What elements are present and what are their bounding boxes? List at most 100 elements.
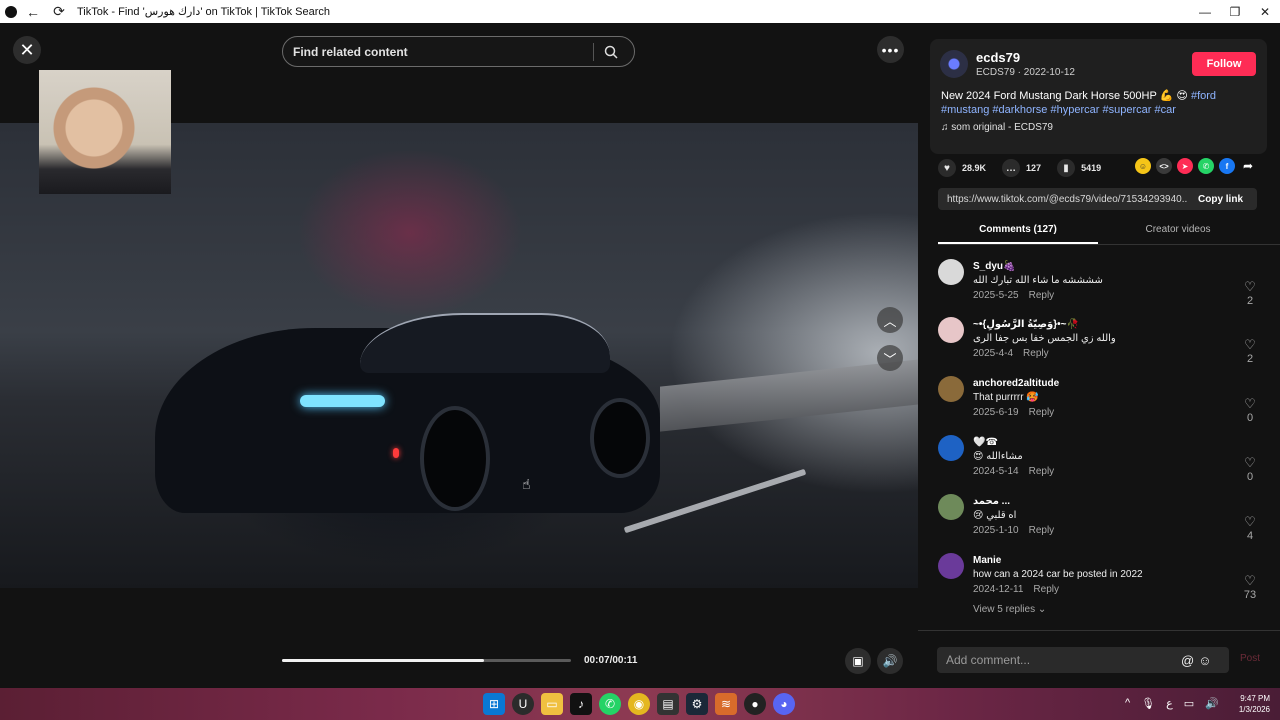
avatar[interactable] [938,376,964,402]
comment-button[interactable]: … 127 [1002,159,1041,177]
reply-button[interactable]: Reply [1029,525,1055,536]
author-card: ecds79 ECDS79 · 2022-10-12 Follow New 20… [930,39,1267,154]
hashtag-link[interactable]: #darkhorse [992,104,1047,116]
comment-meta: 2024-5-14 Reply [973,466,1054,477]
mention-icon[interactable]: @ [1181,653,1194,668]
close-video-button[interactable]: ✕ [13,36,41,64]
volume-button[interactable]: 🔊 [877,648,903,674]
whatsapp-icon[interactable]: ✆ [1198,158,1214,174]
comment-like-count: 0 [1246,471,1254,483]
comment-input-box[interactable]: @ ☺ [937,647,1229,673]
comment-input[interactable] [937,653,1177,667]
obs-icon[interactable]: ● [744,693,766,715]
discord-icon[interactable]: ◕ [773,693,795,715]
window-controls: — ❐ ✕ [1190,0,1280,23]
floating-player-button[interactable]: ▣ [845,648,871,674]
comment-like-button[interactable]: ♡ 0 [1238,455,1262,483]
share-arrow-icon[interactable]: ➦ [1240,158,1256,174]
terminal-icon[interactable]: ▤ [657,693,679,715]
comment-username[interactable]: anchored2altitude [973,378,1059,389]
comment-date: 2025-1-10 [973,525,1019,536]
microphone-icon[interactable]: 🎙 [1141,697,1155,710]
reload-icon[interactable]: ⟳ [49,3,69,20]
previous-video-button[interactable]: ︿ [877,307,903,333]
follow-button[interactable]: Follow [1192,52,1256,76]
hashtag-link[interactable]: #supercar [1102,104,1151,116]
app-u-icon[interactable]: U [512,693,534,715]
back-icon[interactable]: ← [23,4,43,20]
copy-link-button[interactable]: Copy link [1188,194,1243,205]
post-button[interactable]: Post [1240,653,1260,664]
more-options-button[interactable]: ••• [877,36,904,63]
video-car-roof [360,313,610,373]
embed-icon[interactable]: <> [1156,158,1172,174]
comment-like-count: 0 [1246,412,1254,424]
avatar[interactable] [938,553,964,579]
comment-username[interactable]: S_dyu🍇 [973,261,1015,272]
tiktok-icon[interactable]: ♪ [570,693,592,715]
video-link-text[interactable]: https://www.tiktok.com/@ecds79/video/715… [938,194,1188,205]
whatsapp-taskbar-icon[interactable]: ✆ [599,693,621,715]
taskbar-apps: ⊞ U ▭ ♪ ✆ ◉ ▤ ⚙ ≋ ● ◕ [483,693,802,715]
send-icon[interactable]: ➤ [1177,158,1193,174]
comment-like-button[interactable]: ♡ 73 [1238,573,1262,601]
reply-button[interactable]: Reply [1029,407,1055,418]
reply-button[interactable]: Reply [1029,290,1055,301]
reply-button[interactable]: Reply [1023,348,1049,359]
facebook-icon[interactable]: f [1219,158,1235,174]
emoji-icon[interactable]: ☺ [1198,653,1211,668]
comment-username[interactable]: Manie [973,555,1001,566]
next-video-button[interactable]: ﹀ [877,345,903,371]
comment-like-count: 2 [1246,295,1254,307]
sound-name: som original - ECDS79 [951,122,1053,133]
avatar[interactable] [938,317,964,343]
comment-like-button[interactable]: ♡ 4 [1238,514,1262,542]
tab-creator-videos[interactable]: Creator videos [1098,221,1258,244]
sound-link[interactable]: ♫ som original - ECDS79 [941,122,1053,133]
author-avatar[interactable] [940,50,968,78]
video-player[interactable]: ✕ ••• ︿ ﹀ ☝ 00:07/00:11 ▣ 🔊 [0,23,918,688]
taskbar-clock[interactable]: 9:47 PM 1/3/2026 [1234,693,1270,715]
close-icon: ✕ [19,39,35,60]
tab-comments[interactable]: Comments (127) [938,221,1098,244]
comment-meta: 2025-1-10 Reply [973,525,1054,536]
comment-username[interactable]: محمد ... [973,496,1010,507]
close-window-button[interactable]: ✕ [1250,0,1280,23]
reply-button[interactable]: Reply [1033,584,1059,595]
chevron-up-icon[interactable]: ^ [1125,697,1130,710]
view-replies-button[interactable]: View 5 replies ⌄ [973,604,1046,615]
network-icon[interactable]: ▭ [1184,697,1194,710]
comment-like-button[interactable]: ♡ 2 [1238,279,1262,307]
hashtag-link[interactable]: #mustang [941,104,989,116]
avatar[interactable] [938,494,964,520]
like-button[interactable]: ♥ 28.9K [938,159,986,177]
comment-username[interactable]: ~•{وَصِيّةُ الرَّسُولِ}•~🥀 [973,319,1079,330]
save-button[interactable]: ▮ 5419 [1057,159,1101,177]
related-search-box[interactable] [282,36,635,67]
avatar[interactable] [938,435,964,461]
related-search-input[interactable] [283,44,593,59]
steam-icon[interactable]: ⚙ [686,693,708,715]
comment-like-button[interactable]: ♡ 2 [1238,337,1262,365]
speaker-icon[interactable]: 🔊 [1205,697,1219,710]
reply-button[interactable]: Reply [1029,466,1055,477]
video-progress-bar[interactable] [282,659,571,662]
chrome-icon[interactable]: ◉ [628,693,650,715]
windows-start-icon[interactable]: ⊞ [483,693,505,715]
maximize-button[interactable]: ❐ [1220,0,1250,23]
search-icon[interactable] [594,45,628,59]
comment-like-button[interactable]: ♡ 0 [1238,396,1262,424]
comment-username[interactable]: 🤍☎ [973,437,998,448]
minimize-button[interactable]: — [1190,0,1220,23]
app-wifi-icon[interactable]: ≋ [715,693,737,715]
file-explorer-icon[interactable]: ▭ [541,693,563,715]
comment-meta: 2025-6-19 Reply [973,407,1054,418]
hashtag-link[interactable]: #car [1154,104,1175,116]
comment-date: 2025-5-25 [973,290,1019,301]
author-name[interactable]: ecds79 [976,50,1020,65]
hashtag-link[interactable]: #ford [1191,90,1216,102]
hashtag-link[interactable]: #hypercar [1050,104,1099,116]
language-indicator[interactable]: ع [1166,697,1173,710]
avatar[interactable] [938,259,964,285]
coin-share-icon[interactable]: ☺ [1135,158,1151,174]
